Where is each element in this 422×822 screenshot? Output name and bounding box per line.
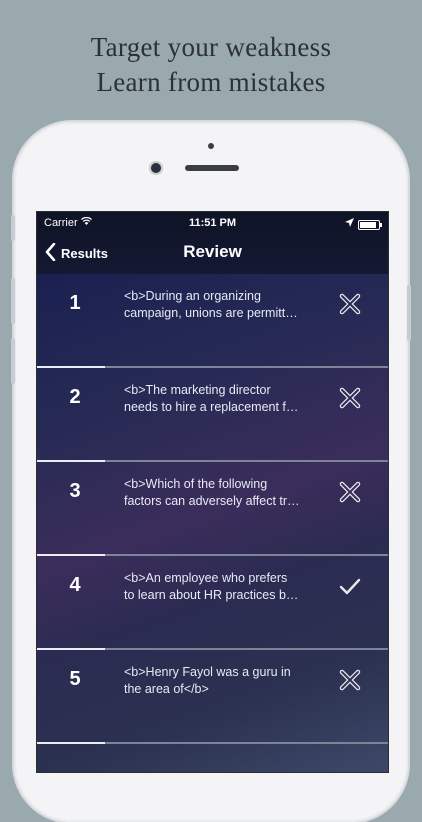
review-list: 1 <b>During an organizing campaign, union… bbox=[37, 274, 388, 772]
headline-line-1: Target your weakness bbox=[90, 32, 332, 62]
incorrect-x-icon bbox=[338, 480, 362, 504]
question-number: 2 bbox=[69, 386, 81, 408]
phone-screen: Carrier 11:51 PM Results Review 1 <b>Dur… bbox=[36, 211, 389, 773]
question-number: 3 bbox=[69, 480, 81, 502]
question-preview: <b>Henry Fayol was a guru in the area of<… bbox=[124, 665, 291, 696]
mute-switch bbox=[11, 215, 15, 241]
proximity-sensor bbox=[208, 143, 214, 149]
volume-down-button bbox=[11, 338, 15, 384]
headline-line-2: Learn from mistakes bbox=[96, 67, 326, 97]
row-progress-bar bbox=[37, 742, 105, 744]
review-row[interactable]: 2 <b>The marketing director needs to hire… bbox=[37, 368, 388, 462]
review-row[interactable]: 3 <b>Which of the following factors can a… bbox=[37, 462, 388, 556]
question-preview: <b>The marketing director needs to hire a… bbox=[124, 383, 299, 414]
navigation-bar: Results Review bbox=[37, 236, 388, 270]
incorrect-x-icon bbox=[338, 386, 362, 410]
status-bar: Carrier 11:51 PM bbox=[37, 216, 388, 233]
location-arrow-icon bbox=[345, 218, 354, 230]
volume-up-button bbox=[11, 278, 15, 324]
question-preview: <b>Which of the following factors can adv… bbox=[124, 477, 300, 508]
clock: 11:51 PM bbox=[188, 217, 237, 229]
correct-check-icon bbox=[338, 574, 362, 598]
power-button bbox=[407, 285, 411, 341]
incorrect-x-icon bbox=[338, 668, 362, 692]
question-preview: <b>During an organizing campaign, unions … bbox=[124, 289, 298, 320]
review-row[interactable]: 4 <b>An employee who prefers to learn abo… bbox=[37, 556, 388, 650]
question-number: 1 bbox=[69, 292, 81, 314]
front-camera bbox=[151, 163, 161, 173]
page-title: Review bbox=[183, 242, 242, 261]
review-row[interactable]: 1 <b>During an organizing campaign, union… bbox=[37, 274, 388, 368]
incorrect-x-icon bbox=[338, 292, 362, 316]
top-bar: Carrier 11:51 PM Results Review bbox=[37, 212, 388, 274]
marketing-headline: Target your weakness Learn from mistakes bbox=[0, 30, 422, 100]
earpiece-speaker bbox=[185, 165, 239, 171]
question-preview: <b>An employee who prefers to learn about… bbox=[124, 571, 299, 602]
question-number: 4 bbox=[69, 574, 81, 596]
battery-icon bbox=[358, 220, 382, 230]
question-number: 5 bbox=[69, 668, 81, 690]
review-row[interactable]: 5 <b>Henry Fayol was a guru in the area o… bbox=[37, 650, 388, 744]
